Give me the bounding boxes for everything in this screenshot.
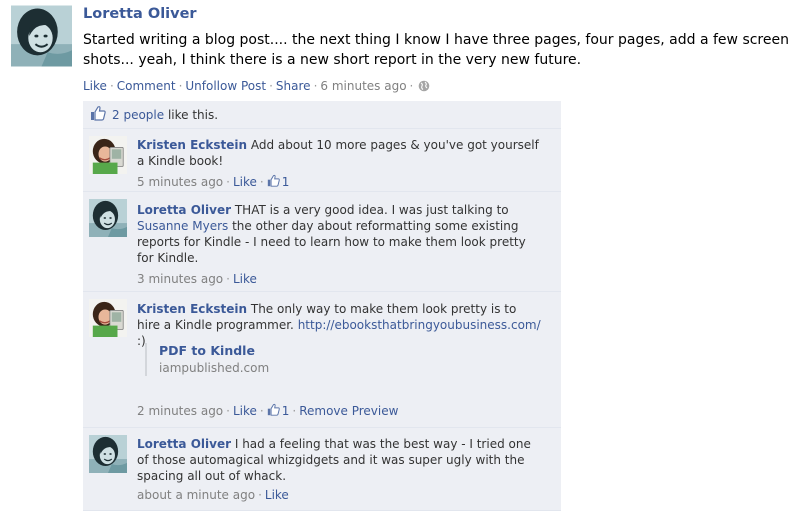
separator: ·	[259, 404, 264, 418]
separator: ·	[178, 79, 183, 93]
likers-link[interactable]: 2 people	[112, 108, 164, 122]
likes-suffix: like this.	[167, 107, 219, 122]
comment-body: Loretta Oliver THAT is a very good idea.…	[137, 202, 541, 266]
comment-author-link[interactable]: Loretta Oliver	[137, 437, 231, 451]
separator: ·	[269, 79, 273, 93]
separator: ·	[226, 404, 230, 418]
post-author-avatar[interactable]	[11, 5, 72, 67]
separator: ·	[409, 79, 414, 93]
post-actions: Like · Comment · Unfollow Post · Share · 6 minut…	[83, 79, 805, 95]
comment-meta: 3 minutes ago · Like	[137, 272, 257, 286]
separator: ·	[226, 272, 230, 286]
comment-author-link[interactable]: Kristen Eckstein	[137, 302, 247, 316]
commenter-avatar[interactable]	[89, 199, 127, 237]
globe-icon[interactable]	[418, 80, 430, 95]
separator: ·	[259, 175, 264, 189]
post: Loretta Oliver Started writing a blog po…	[83, 5, 805, 95]
remove-preview-link[interactable]: Remove Preview	[299, 404, 398, 418]
post-like-link[interactable]: Like	[83, 79, 107, 93]
comment-item: Kristen Eckstein Add about 10 more pages…	[83, 129, 561, 192]
thumbs-up-icon	[267, 403, 280, 419]
commenter-avatar[interactable]	[89, 136, 127, 174]
separator: ·	[313, 79, 318, 93]
link-preview: PDF to Kindle iampublished.com	[145, 343, 359, 376]
separator: ·	[292, 404, 297, 418]
comment-like-link[interactable]: Like	[265, 488, 289, 502]
feedback-box: 2 people like this. Kristen Eckstein Add…	[83, 101, 561, 511]
comment-body: Loretta Oliver I had a feeling that was …	[137, 436, 541, 484]
mention-link[interactable]: Susanne Myers	[137, 219, 228, 233]
post-comment-link[interactable]: Comment	[117, 79, 176, 93]
comment-timestamp[interactable]: 3 minutes ago	[137, 272, 223, 286]
separator: ·	[258, 488, 262, 502]
comment-author-link[interactable]: Loretta Oliver	[137, 203, 231, 217]
thumbs-up-icon	[267, 174, 280, 190]
comment-item: Loretta Oliver I had a feeling that was …	[83, 428, 561, 511]
separator: ·	[226, 175, 230, 189]
comment-like-count[interactable]: 1	[267, 174, 290, 190]
commenter-avatar[interactable]	[89, 299, 127, 337]
comment-meta: 2 minutes ago · Like · 1 · Remove Preview	[137, 403, 398, 419]
comment-text: THAT is a very good idea. I was just tal…	[234, 203, 509, 217]
comment-timestamp[interactable]: about a minute ago	[137, 488, 255, 502]
comment-author-link[interactable]: Kristen Eckstein	[137, 138, 247, 152]
separator: ·	[109, 79, 114, 93]
comment-body: Kristen Eckstein The only way to make th…	[137, 301, 541, 349]
commenter-avatar[interactable]	[89, 435, 127, 473]
post-text: Started writing a blog post.... the next…	[83, 32, 789, 68]
like-count: 1	[281, 404, 290, 418]
comment-like-link[interactable]: Like	[233, 175, 257, 189]
comment-like-count[interactable]: 1	[267, 403, 290, 419]
share-link[interactable]: Share	[276, 79, 311, 93]
comment-url-link[interactable]: http://ebooksthatbringyoubusiness.com/	[298, 318, 541, 332]
comment-meta: 5 minutes ago · Like · 1	[137, 174, 289, 190]
unfollow-post-link[interactable]: Unfollow Post	[185, 79, 266, 93]
like-count: 1	[281, 175, 290, 189]
comment-like-link[interactable]: Like	[233, 272, 257, 286]
comment-item: Loretta Oliver THAT is a very good idea.…	[83, 192, 561, 292]
post-author-link[interactable]: Loretta Oliver	[83, 5, 805, 23]
comment-timestamp[interactable]: 2 minutes ago	[137, 404, 223, 418]
comment-body: Kristen Eckstein Add about 10 more pages…	[137, 137, 541, 169]
link-preview-title[interactable]: PDF to Kindle	[159, 343, 359, 359]
likes-summary: 2 people like this.	[83, 101, 561, 129]
comment-timestamp[interactable]: 5 minutes ago	[137, 175, 223, 189]
post-timestamp[interactable]: 6 minutes ago	[320, 79, 406, 93]
comment-meta: about a minute ago · Like	[137, 488, 289, 502]
comment-like-link[interactable]: Like	[233, 404, 257, 418]
thumbs-up-icon	[90, 105, 106, 124]
link-preview-domain: iampublished.com	[159, 361, 270, 375]
comment-item: Kristen Eckstein The only way to make th…	[83, 292, 561, 428]
